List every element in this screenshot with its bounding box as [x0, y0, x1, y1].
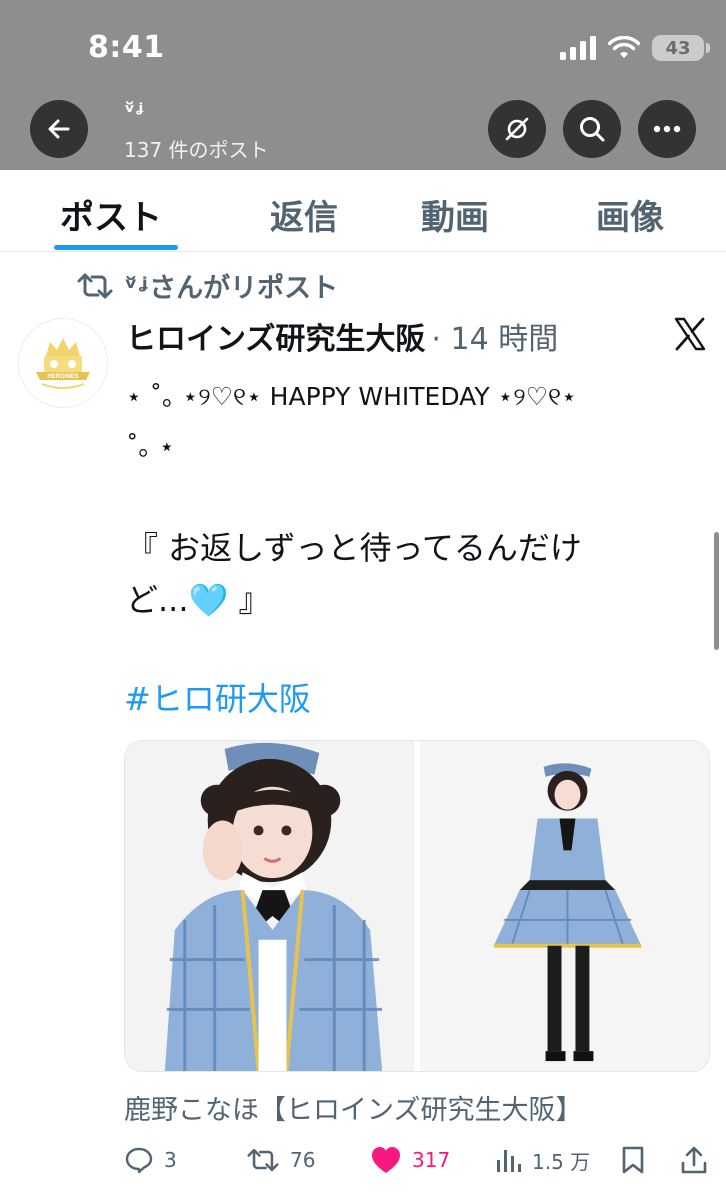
author-name[interactable]: ヒロインズ研究生大阪: [126, 314, 425, 358]
post-quote-line: 『 お返しずっと待ってるんだけ: [126, 529, 582, 567]
signal-icon: [560, 36, 596, 60]
grok-button[interactable]: [488, 100, 546, 158]
wifi-icon: [608, 36, 640, 58]
repost-action-icon: [247, 1148, 279, 1172]
reply-icon: [125, 1147, 153, 1174]
media-caption: 鹿野こなほ【ヒロインズ研究生大阪】: [124, 1095, 583, 1126]
profile-tabs: ポスト 返信 動画 画像: [0, 170, 726, 252]
reply-count: 3: [164, 1148, 177, 1172]
tab-videos[interactable]: 動画: [421, 190, 489, 239]
share-button[interactable]: [680, 1140, 708, 1180]
battery-level: 43: [665, 37, 691, 59]
repost-icon: [77, 273, 113, 298]
scrollbar[interactable]: [714, 532, 719, 650]
idol-portrait-image: [125, 741, 414, 1071]
bar-chart-icon: [497, 1150, 521, 1172]
post-text-line: ⋆ ˚｡ ⋆୨♡୧⋆ HAPPY WHITEDAY ⋆୨♡୧⋆: [126, 382, 577, 411]
post-text-line: ˚｡ ⋆: [126, 432, 175, 461]
repost-button[interactable]: 76: [246, 1140, 315, 1180]
view-count: 1.5 万: [532, 1149, 591, 1174]
grok-icon: [505, 117, 529, 141]
more-options-button[interactable]: [638, 100, 696, 158]
photo-1[interactable]: [125, 741, 414, 1071]
post-text: ⋆ ˚｡ ⋆୨♡୧⋆ HAPPY WHITEDAY ⋆୨♡୧⋆ ˚｡ ⋆: [126, 372, 706, 472]
back-arrow-icon: [48, 119, 70, 139]
post-count: 137 件のポスト: [124, 138, 269, 162]
share-icon: [681, 1146, 707, 1174]
tab-images[interactable]: 画像: [596, 190, 664, 239]
search-button[interactable]: [563, 100, 621, 158]
heroines-logo: HEROINES: [36, 338, 90, 389]
views-button[interactable]: 1.5 万: [494, 1140, 590, 1180]
status-icons: 43: [560, 34, 710, 62]
post-quote-line: ど...🩵 』: [126, 581, 271, 619]
avatar-logo-text: HEROINES: [47, 374, 78, 380]
like-count: 317: [412, 1148, 451, 1172]
tab-posts[interactable]: ポスト: [60, 190, 162, 239]
idol-fullbody-image: [420, 741, 709, 1071]
bookmark-button[interactable]: [620, 1140, 646, 1180]
author-avatar[interactable]: HEROINES: [18, 318, 108, 408]
x-logo-icon[interactable]: [672, 316, 708, 352]
profile-header: 8:41 43 ᵛ̆ᶨ 137 件のポスト: [0, 0, 726, 170]
repost-indicator: ᵛ̆ᶨさんがリポスト: [76, 266, 338, 305]
heart-filled-icon: [372, 1147, 400, 1173]
search-icon: [580, 117, 605, 142]
tab-replies[interactable]: 返信: [270, 190, 338, 239]
more-dots-icon: [653, 125, 681, 133]
post-time[interactable]: · 14 時間: [431, 314, 558, 358]
reply-button[interactable]: 3: [124, 1140, 177, 1180]
post-actions: 3 76 317 1.5 万: [124, 1140, 714, 1180]
battery-indicator: 43: [652, 35, 710, 61]
like-button[interactable]: 317: [370, 1140, 450, 1180]
post-header: ヒロインズ研究生大阪 · 14 時間: [126, 314, 558, 358]
status-time: 8:41: [88, 30, 165, 65]
active-tab-indicator: [54, 245, 178, 250]
back-button[interactable]: [30, 100, 88, 158]
bookmark-icon: [622, 1146, 644, 1174]
photo-2[interactable]: [420, 741, 709, 1071]
post-media: [124, 740, 710, 1072]
repost-count: 76: [290, 1148, 316, 1172]
profile-name: ᵛ̆ᶨ: [124, 100, 145, 125]
hashtag-link[interactable]: #ヒロ研大阪: [124, 674, 311, 720]
repost-text: ᵛ̆ᶨさんがリポスト: [124, 273, 339, 304]
post-quote: 『 お返しずっと待ってるんだけ ど...🩵 』: [126, 522, 686, 626]
